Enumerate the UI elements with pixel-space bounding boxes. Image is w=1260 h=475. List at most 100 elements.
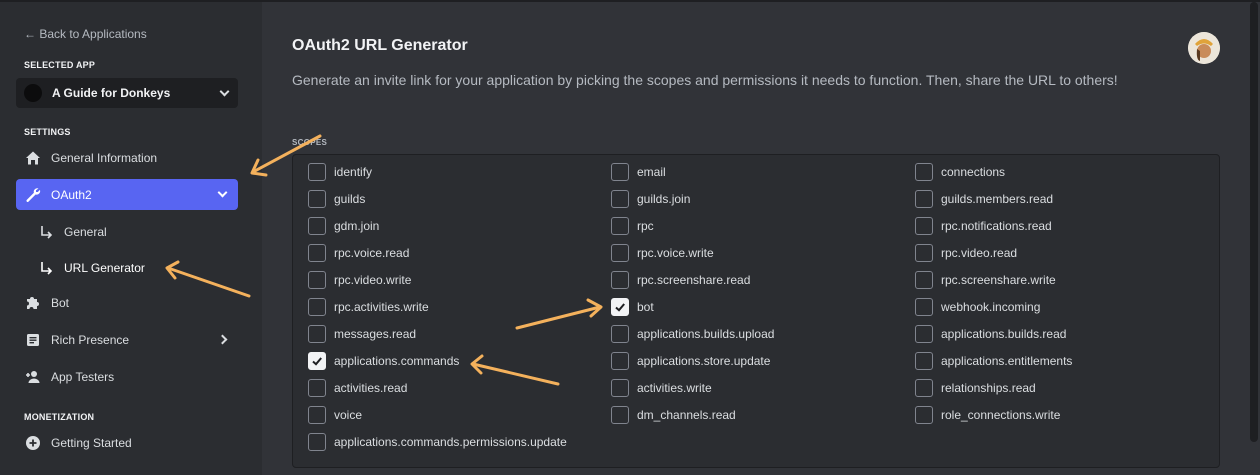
scope-label: connections <box>941 165 1006 179</box>
scope-checkbox-rpc-video-read[interactable]: rpc.video.read <box>915 244 1017 262</box>
checkbox[interactable] <box>308 406 326 424</box>
scope-checkbox-dm-channels-read[interactable]: dm_channels.read <box>611 406 736 424</box>
scope-label: rpc.notifications.read <box>941 219 1052 233</box>
sub-arrow-icon <box>41 226 53 239</box>
sidebar-item-label: URL Generator <box>64 261 145 275</box>
checkbox[interactable] <box>308 217 326 235</box>
app-selector-dropdown[interactable]: A Guide for Donkeys <box>16 78 238 108</box>
checkbox[interactable] <box>308 325 326 343</box>
scope-checkbox-webhook-incoming[interactable]: webhook.incoming <box>915 298 1040 316</box>
scope-checkbox-activities-write[interactable]: activities.write <box>611 379 712 397</box>
checkbox[interactable] <box>611 352 629 370</box>
checkbox[interactable] <box>611 244 629 262</box>
scope-label: rpc.video.write <box>334 273 412 287</box>
scope-label: email <box>637 165 666 179</box>
sidebar-subitem-url-generator[interactable]: URL Generator <box>40 254 145 282</box>
chevron-right-icon <box>217 334 228 345</box>
checkbox[interactable] <box>611 190 629 208</box>
sidebar-item-general-information[interactable]: General Information <box>16 142 238 173</box>
checkbox[interactable] <box>611 298 629 316</box>
chevron-down-icon <box>217 187 228 198</box>
checkbox[interactable] <box>308 433 326 451</box>
scope-checkbox-applications-builds-read[interactable]: applications.builds.read <box>915 325 1066 343</box>
scope-checkbox-relationships-read[interactable]: relationships.read <box>915 379 1036 397</box>
sidebar-item-getting-started[interactable]: Getting Started <box>16 427 238 458</box>
scope-label: role_connections.write <box>941 408 1061 422</box>
scope-checkbox-guilds-join[interactable]: guilds.join <box>611 190 690 208</box>
scope-checkbox-identify[interactable]: identify <box>308 163 372 181</box>
scope-label: applications.commands <box>334 354 460 368</box>
scope-checkbox-rpc-activities-write[interactable]: rpc.activities.write <box>308 298 429 316</box>
checkbox[interactable] <box>611 217 629 235</box>
scope-checkbox-applications-commands-permissions-update[interactable]: applications.commands.permissions.update <box>308 433 567 451</box>
scope-checkbox-bot[interactable]: bot <box>611 298 654 316</box>
scope-label: rpc.screenshare.read <box>637 273 751 287</box>
scope-checkbox-rpc-screenshare-write[interactable]: rpc.screenshare.write <box>915 271 1056 289</box>
checkbox[interactable] <box>915 352 933 370</box>
checkbox[interactable] <box>915 163 933 181</box>
back-to-applications-link[interactable]: ← Back to Applications <box>24 27 147 41</box>
checkbox[interactable] <box>308 352 326 370</box>
checkbox[interactable] <box>611 406 629 424</box>
chevron-down-icon <box>219 86 230 96</box>
user-avatar[interactable] <box>1188 32 1220 64</box>
scope-checkbox-applications-entitlements[interactable]: applications.entitlements <box>915 352 1072 370</box>
scope-checkbox-applications-builds-upload[interactable]: applications.builds.upload <box>611 325 774 343</box>
checkbox[interactable] <box>915 190 933 208</box>
scope-label: webhook.incoming <box>941 300 1041 314</box>
scrollbar[interactable] <box>1250 2 1258 442</box>
checkbox[interactable] <box>915 217 933 235</box>
sidebar-item-app-testers[interactable]: App Testers <box>16 361 238 392</box>
scope-checkbox-activities-read[interactable]: activities.read <box>308 379 407 397</box>
scope-checkbox-guilds[interactable]: guilds <box>308 190 365 208</box>
sidebar-item-oauth2[interactable]: OAuth2 <box>16 179 238 210</box>
sidebar: ← Back to Applications SELECTED APP A Gu… <box>0 2 262 475</box>
sidebar-item-label: Getting Started <box>51 435 132 450</box>
scope-checkbox-connections[interactable]: connections <box>915 163 1005 181</box>
scope-checkbox-rpc-voice-read[interactable]: rpc.voice.read <box>308 244 409 262</box>
checkbox[interactable] <box>915 325 933 343</box>
scope-checkbox-guilds-members-read[interactable]: guilds.members.read <box>915 190 1053 208</box>
checkbox[interactable] <box>308 298 326 316</box>
sidebar-item-rich-presence[interactable]: Rich Presence <box>16 324 238 355</box>
scope-label: guilds.join <box>637 192 691 206</box>
checkmark-icon <box>312 357 322 366</box>
scope-label: rpc.activities.write <box>334 300 429 314</box>
scope-checkbox-rpc-screenshare-read[interactable]: rpc.screenshare.read <box>611 271 750 289</box>
scope-checkbox-gdm-join[interactable]: gdm.join <box>308 217 379 235</box>
checkbox[interactable] <box>611 271 629 289</box>
scope-label: applications.store.update <box>637 354 771 368</box>
sidebar-subitem-general[interactable]: General <box>40 218 107 246</box>
checkbox[interactable] <box>611 379 629 397</box>
checkbox[interactable] <box>308 190 326 208</box>
sub-arrow-icon <box>41 262 53 275</box>
scope-checkbox-messages-read[interactable]: messages.read <box>308 325 416 343</box>
scopes-heading: SCOPES <box>292 138 328 147</box>
sidebar-item-label: Bot <box>51 295 70 310</box>
sidebar-item-bot[interactable]: Bot <box>16 287 238 318</box>
scope-checkbox-rpc-voice-write[interactable]: rpc.voice.write <box>611 244 714 262</box>
checkbox[interactable] <box>611 163 629 181</box>
checkbox[interactable] <box>308 244 326 262</box>
checkbox[interactable] <box>308 271 326 289</box>
checkbox[interactable] <box>308 163 326 181</box>
checkbox[interactable] <box>915 379 933 397</box>
scopes-grid: identify email connections guilds guilds.joi… <box>292 154 1220 468</box>
page-title: OAuth2 URL Generator <box>292 37 468 54</box>
scope-checkbox-applications-store-update[interactable]: applications.store.update <box>611 352 770 370</box>
checkbox[interactable] <box>915 271 933 289</box>
scope-checkbox-role-connections-write[interactable]: role_connections.write <box>915 406 1060 424</box>
scope-checkbox-rpc-video-write[interactable]: rpc.video.write <box>308 271 411 289</box>
checkbox[interactable] <box>915 298 933 316</box>
checkbox[interactable] <box>611 325 629 343</box>
scope-label: rpc.video.read <box>941 246 1018 260</box>
scope-checkbox-email[interactable]: email <box>611 163 666 181</box>
scope-checkbox-voice[interactable]: voice <box>308 406 362 424</box>
selected-app-heading: SELECTED APP <box>24 60 96 70</box>
scope-checkbox-rpc-notifications-read[interactable]: rpc.notifications.read <box>915 217 1052 235</box>
scope-checkbox-applications-commands[interactable]: applications.commands <box>308 352 459 370</box>
checkbox[interactable] <box>915 244 933 262</box>
scope-checkbox-rpc[interactable]: rpc <box>611 217 654 235</box>
checkbox[interactable] <box>915 406 933 424</box>
checkbox[interactable] <box>308 379 326 397</box>
